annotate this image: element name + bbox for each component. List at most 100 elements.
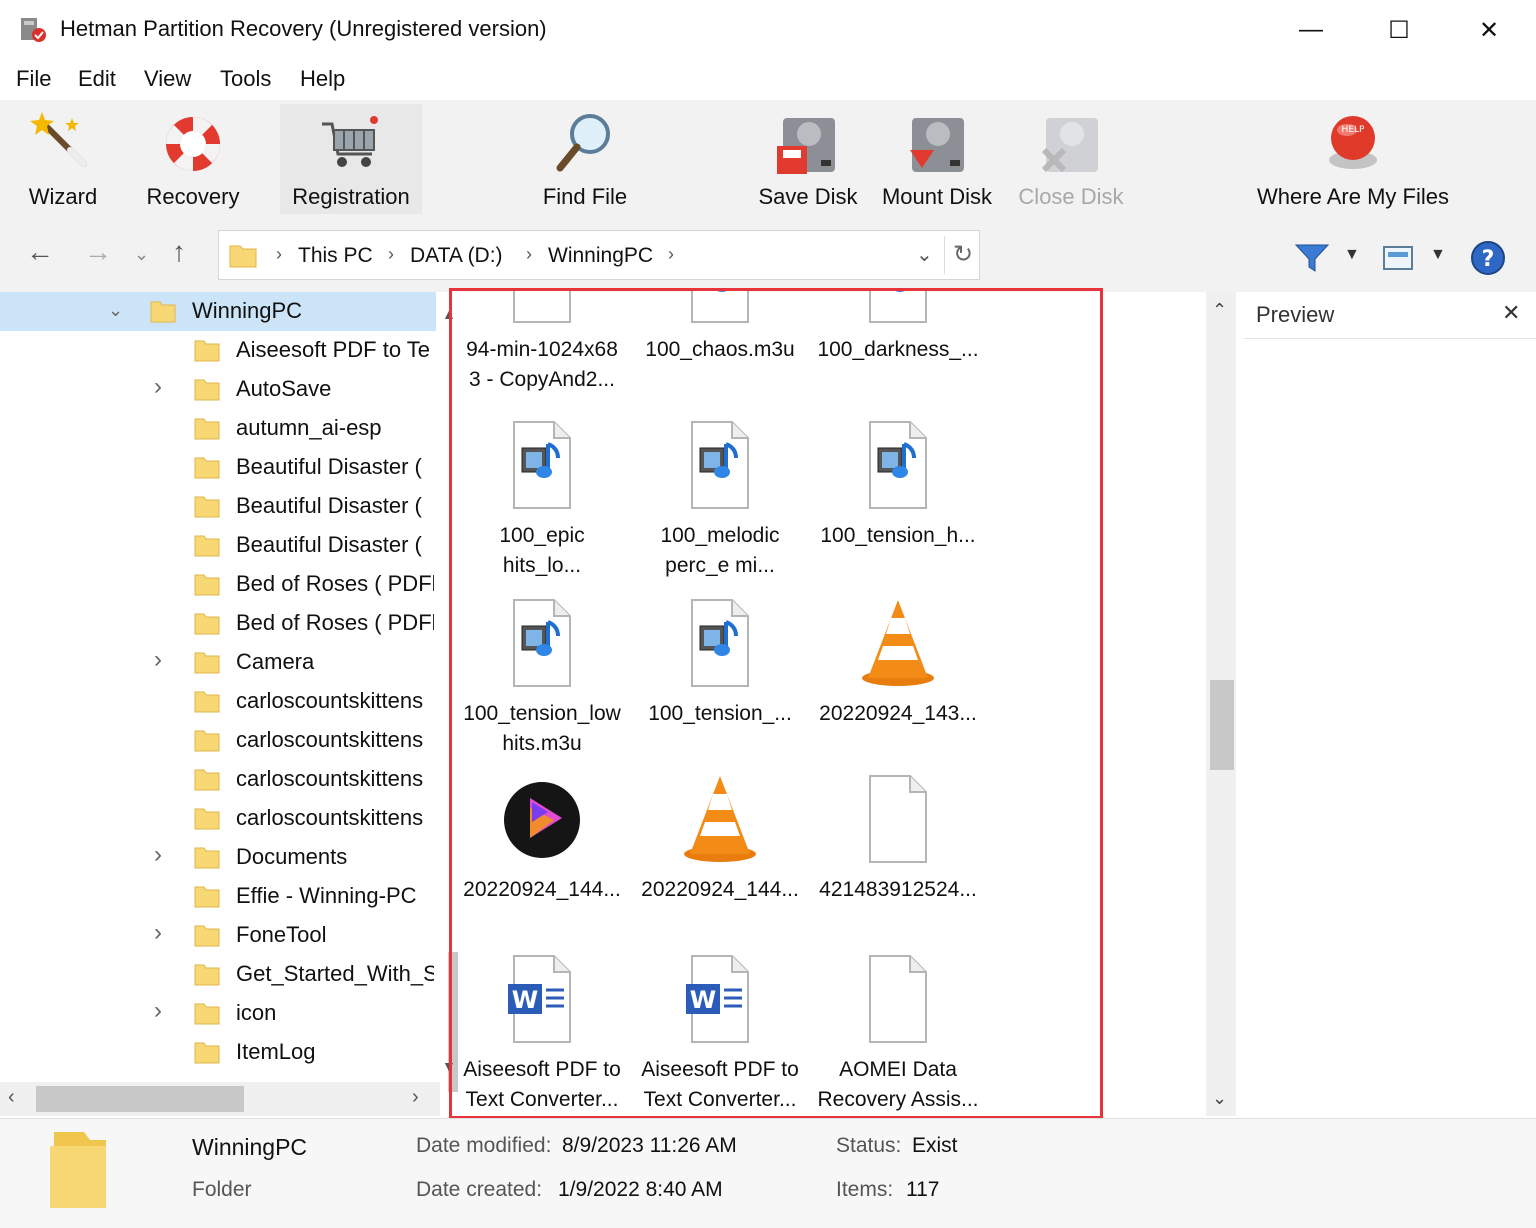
items-label: Items: [836,1178,894,1201]
breadcrumb-data-drive[interactable]: DATA (D:) [410,244,503,268]
folder-icon [194,769,220,791]
filter-dropdown-icon[interactable]: ▼ [1344,246,1360,264]
tree-item[interactable]: › AutoSave [0,370,436,409]
tree-item-label: Bed of Roses ( PDFl [236,610,434,635]
where-are-my-files-label: Where Are My Files [1257,184,1449,209]
folder-icon [194,808,220,830]
close-disk-button[interactable]: Close Disk [1014,104,1128,214]
tree-item-label: WinningPC [192,298,303,323]
tree-item[interactable]: Get_Started_With_S [0,955,436,994]
help-badge-text: HELP [1342,125,1365,135]
status-name: WinningPC [192,1134,308,1160]
save-disk-label: Save Disk [758,184,858,209]
chevron-right-icon[interactable]: › [154,841,162,869]
tree-item[interactable]: autumn_ai-esp [0,409,436,448]
chevron-right-icon[interactable]: › [154,997,162,1025]
close-disk-label: Close Disk [1018,184,1124,209]
window-title: Hetman Partition Recovery (Unregistered … [60,16,547,41]
save-disk-icon [777,118,835,174]
preview-close-icon[interactable]: ✕ [1502,300,1520,326]
chevron-right-icon[interactable]: › [154,373,162,401]
view-dropdown-icon[interactable]: ▼ [1430,246,1446,264]
chevron-up-icon[interactable]: ⌃ [1212,300,1227,321]
mount-disk-button[interactable]: Mount Disk [874,104,1000,214]
folder-icon [194,496,220,518]
tree-item[interactable]: carloscountskittens [0,760,436,799]
menu-file[interactable]: File [16,66,51,92]
breadcrumb-this-pc[interactable]: This PC [298,244,373,268]
tree-item[interactable]: Beautiful Disaster ( [0,487,436,526]
chevron-down-icon[interactable]: ⌄ [1212,1088,1227,1109]
menu-edit[interactable]: Edit [78,66,116,92]
chevron-right-icon[interactable]: › [154,646,162,674]
folder-icon [194,691,220,713]
tree-item[interactable]: Bed of Roses ( PDFl [0,604,436,643]
refresh-icon[interactable]: ↻ [944,236,981,274]
tree-item-label: AutoSave [236,376,332,401]
minimize-icon: — [1299,16,1323,43]
filter-icon[interactable] [1294,242,1330,274]
recovery-button[interactable]: Recovery [140,104,246,214]
tree-item[interactable]: Bed of Roses ( PDFl [0,565,436,604]
tree-item[interactable]: › FoneTool [0,916,436,955]
lifebuoy-icon [166,117,220,171]
folder-icon [194,613,220,635]
mount-disk-label: Mount Disk [881,184,993,209]
tree-item[interactable]: ItemLog [0,1033,436,1072]
registration-label: Registration [292,184,410,209]
chevron-right-icon[interactable]: › [154,919,162,947]
tree-item[interactable]: › Camera [0,643,436,682]
tree-item[interactable]: › icon [0,994,436,1033]
tree-item-label: Camera [236,649,315,674]
date-modified-label: Date modified: [416,1134,552,1157]
items-value: 117 [906,1178,940,1201]
find-file-button[interactable]: Find File [530,104,640,214]
breadcrumb-winningpc[interactable]: WinningPC [548,244,653,268]
where-are-my-files-button[interactable]: HELP Where Are My Files [1250,104,1456,214]
tree-item[interactable]: carloscountskittens [0,721,436,760]
tree-item[interactable]: Beautiful Disaster ( [0,448,436,487]
chevron-down-icon[interactable]: ⌄ [108,300,123,321]
grid-scroll-thumb[interactable] [1210,680,1234,770]
save-disk-button[interactable]: Save Disk [756,104,860,214]
tree-hscroll-thumb[interactable] [36,1086,244,1112]
grid-vertical-scrollbar[interactable]: ⌃ ⌄ [1206,292,1236,1116]
menu-tools[interactable]: Tools [220,66,271,92]
forward-arrow-icon[interactable]: → [84,236,112,268]
registration-button[interactable]: Registration [280,104,422,214]
wizard-button[interactable]: Wizard [20,104,106,214]
up-arrow-icon[interactable]: ↑ [172,236,186,268]
folder-icon [150,301,176,323]
view-mode-icon[interactable] [1382,244,1414,272]
folder-icon [194,1042,220,1064]
menu-view[interactable]: View [144,66,191,92]
tree-horizontal-scrollbar[interactable]: ‹ › [0,1082,440,1116]
tree-item[interactable]: Aiseesoft PDF to Te [0,331,436,370]
tree-item-label: Get_Started_With_S [236,961,434,986]
wizard-label: Wizard [28,184,98,209]
preview-divider [1244,338,1536,339]
folder-icon [194,535,220,557]
folder-icon [194,886,220,908]
date-created-value: 1/9/2022 8:40 AM [558,1178,723,1201]
scroll-left-icon[interactable]: ‹ [8,1086,15,1109]
history-dropdown-icon[interactable]: ⌄ [134,244,149,265]
minimize-button[interactable]: — [1288,10,1334,50]
back-arrow-icon[interactable]: ← [26,236,54,268]
tree-item[interactable]: › Documents [0,838,436,877]
tree-item[interactable]: Effie - Winning-PC [0,877,436,916]
scroll-right-icon[interactable]: › [412,1086,419,1109]
tree-item[interactable]: carloscountskittens [0,799,436,838]
help-button-icon: HELP [1329,116,1377,169]
tree-item[interactable]: Beautiful Disaster ( [0,526,436,565]
tree-item-winningpc[interactable]: ⌄ WinningPC [0,292,436,331]
help-icon[interactable]: ? [1470,240,1506,276]
breadcrumb-separator-icon: › [388,244,394,264]
address-dropdown-icon[interactable]: ⌄ [916,242,933,267]
menu-help[interactable]: Help [300,66,345,92]
close-window-button[interactable]: ✕ [1466,10,1512,50]
tree-item-label: autumn_ai-esp [236,415,382,440]
breadcrumb-separator-icon: › [668,244,674,264]
tree-item[interactable]: carloscountskittens [0,682,436,721]
maximize-button[interactable]: ☐ [1376,10,1422,50]
